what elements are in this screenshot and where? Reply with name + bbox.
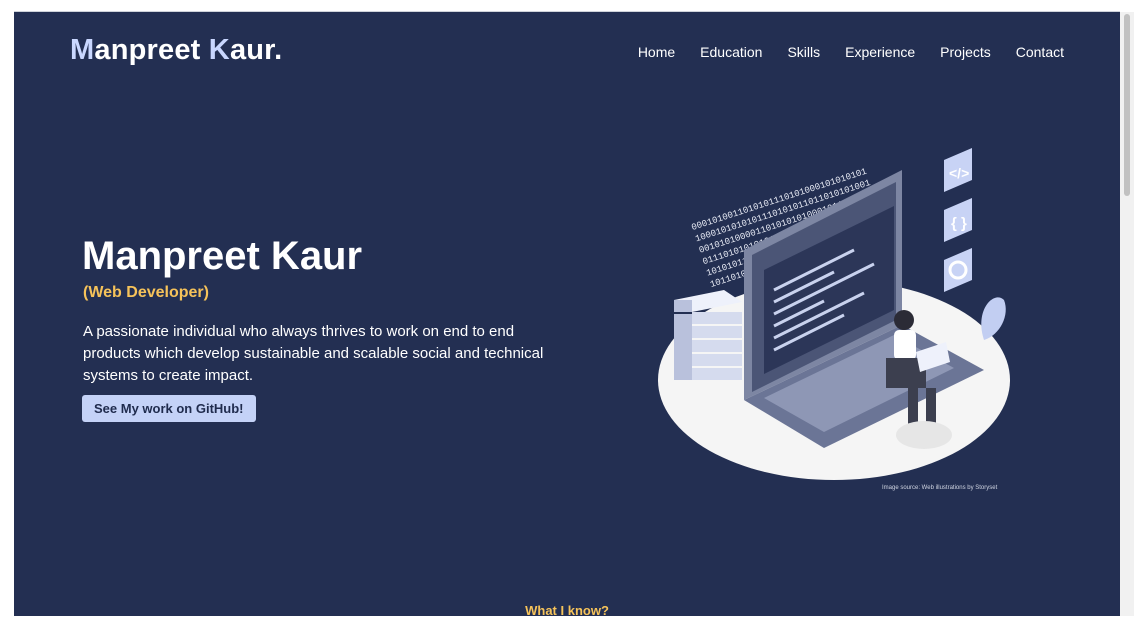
vertical-scrollbar[interactable] <box>1120 12 1134 616</box>
hero-description: A passionate individual who always thriv… <box>83 323 544 384</box>
nav-link-contact[interactable]: Contact <box>1016 44 1064 60</box>
braces-icon: { } <box>944 198 972 242</box>
plant-decoration <box>981 297 1006 340</box>
nav-link-projects[interactable]: Projects <box>940 44 991 60</box>
main-nav: Home Education Skills Experience Project… <box>613 44 1064 60</box>
developer-illustration: 0001010011010101110101000101010101 10001… <box>658 148 1010 480</box>
logo-text-2: aur. <box>229 34 283 66</box>
page-viewport: Manpreet Kaur. Home Education Skills Exp… <box>14 12 1120 616</box>
hero-name: Manpreet Kaur <box>82 234 363 278</box>
github-button[interactable]: See My work on GitHub! <box>82 395 256 422</box>
gear-icon <box>944 248 972 292</box>
skills-section-title: What I know? <box>525 603 609 616</box>
logo-initial-k: K <box>208 34 230 66</box>
svg-text:{ }: { } <box>951 215 967 232</box>
svg-text:</>: </> <box>949 165 969 181</box>
nav-link-education[interactable]: Education <box>700 44 762 60</box>
nav-link-skills[interactable]: Skills <box>787 44 820 60</box>
nav-link-experience[interactable]: Experience <box>845 44 915 60</box>
logo-initial-m: M <box>70 34 95 66</box>
code-icon: </> <box>944 148 972 192</box>
nav-link-home[interactable]: Home <box>638 44 675 60</box>
site-logo[interactable]: Manpreet Kaur. <box>70 34 282 67</box>
image-credit: Image source: Web illustrations by Story… <box>882 485 998 491</box>
hero-role: (Web Developer) <box>83 284 209 301</box>
scrollbar-thumb[interactable] <box>1124 14 1130 196</box>
logo-text-1: anpreet <box>94 34 209 66</box>
